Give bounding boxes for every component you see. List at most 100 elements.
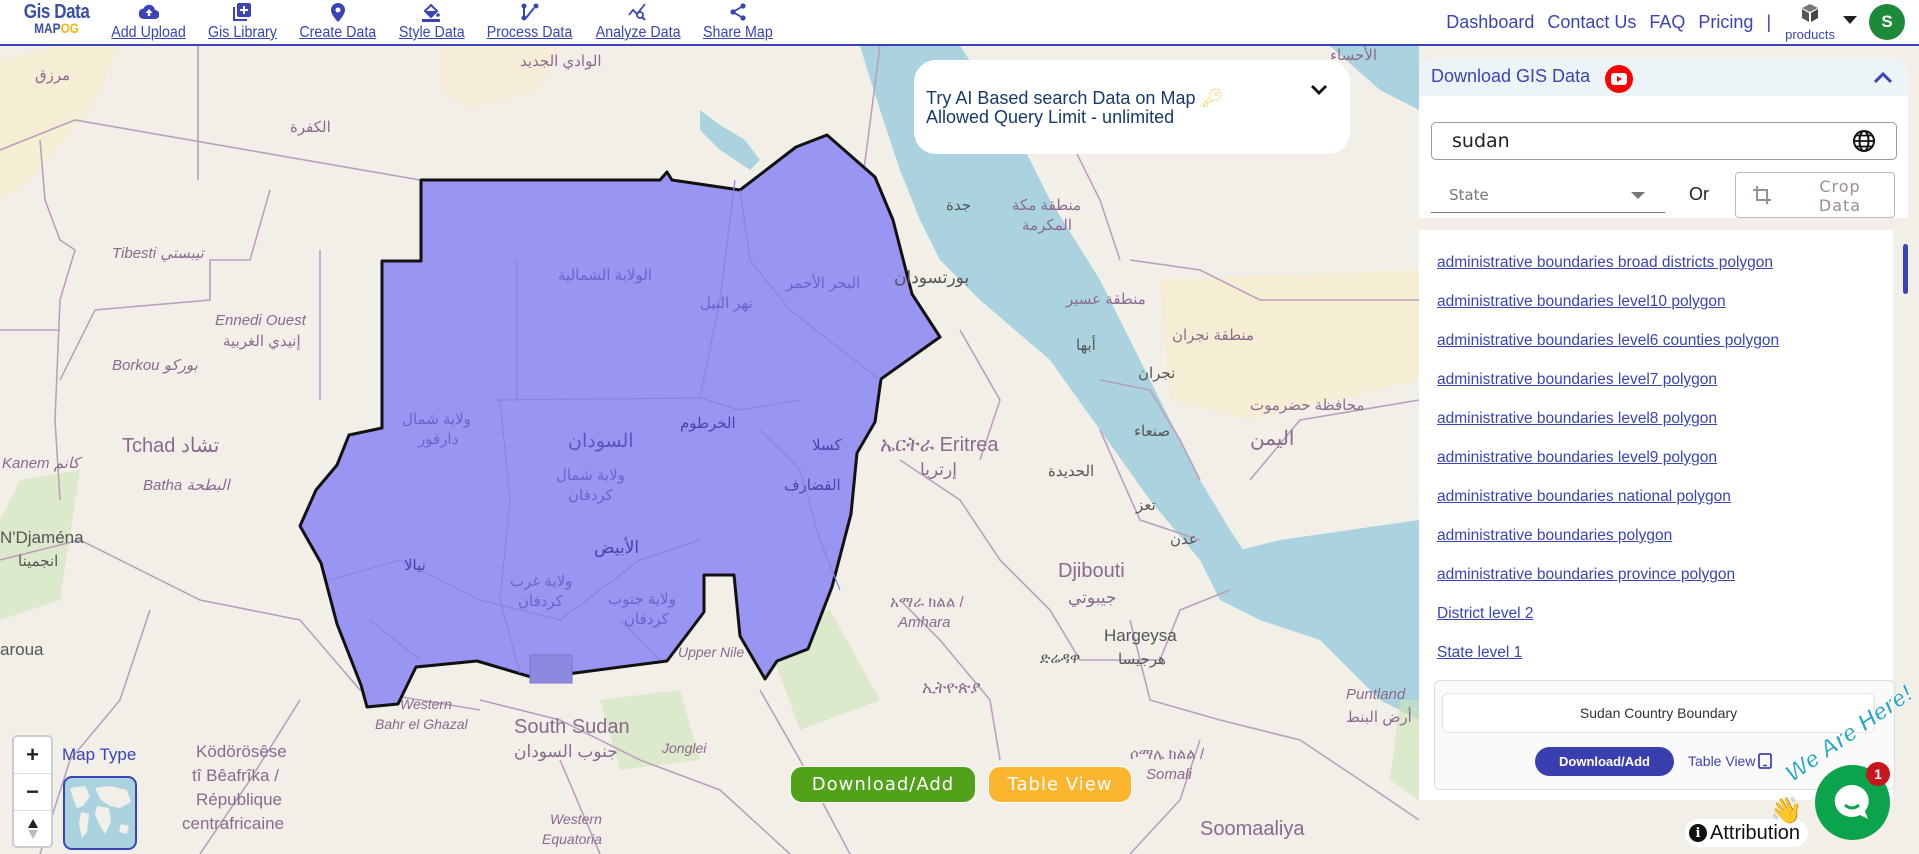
state-select[interactable]: State: [1431, 172, 1665, 213]
cloud-upload-icon: [138, 2, 159, 22]
nav-share-map[interactable]: Share Map: [700, 0, 776, 42]
nav-style-data-label: Style Data: [398, 24, 465, 41]
map-label: أبها: [1076, 337, 1096, 354]
dataset-link[interactable]: administrative boundaries province polyg…: [1437, 566, 1779, 605]
dataset-link[interactable]: administrative boundaries level6 countie…: [1437, 332, 1779, 371]
nav-gis-library-label: Gis Library: [208, 24, 277, 41]
crop-data-button[interactable]: Crop Data: [1735, 172, 1895, 218]
panel-scrollbar[interactable]: [1903, 244, 1908, 294]
map-label: منطقة نجران: [1172, 327, 1254, 344]
map-label: إنيدي الغربية: [223, 333, 301, 350]
map-label: Tibesti تيبستي: [112, 245, 204, 262]
map-label: الأبيض: [594, 538, 640, 557]
download-add-button[interactable]: Download/Add: [1535, 747, 1674, 776]
ai-search-line1: Try AI Based search Data on Map: [926, 88, 1196, 108]
nav-dashboard-link[interactable]: Dashboard: [1446, 12, 1534, 33]
map-label: جدة: [946, 197, 972, 214]
nav-style-data[interactable]: Style Data: [396, 0, 468, 42]
globe-icon[interactable]: [1852, 129, 1876, 153]
country-search-field[interactable]: [1431, 122, 1897, 160]
map-download-add-button[interactable]: Download/Add: [790, 766, 976, 803]
map-label: République: [196, 790, 283, 809]
youtube-icon[interactable]: [1605, 65, 1633, 93]
ai-search-banner[interactable]: Try AI Based search Data on Map 🔑︎ Allow…: [914, 60, 1350, 154]
top-navbar: Gis Data MAPOG Add Upload Gis Library Cr…: [0, 0, 1919, 46]
map-label: Somali: [1146, 766, 1192, 783]
nav-gis-library[interactable]: Gis Library: [205, 0, 280, 42]
dataset-link[interactable]: administrative boundaries broad district…: [1437, 254, 1779, 293]
dataset-link[interactable]: administrative boundaries level8 polygon: [1437, 410, 1779, 449]
panel-header: Download GIS Data State Or Crop Data: [1419, 58, 1908, 218]
dataset-link[interactable]: administrative boundaries level10 polygo…: [1437, 293, 1779, 332]
map-label: ሶማሌ ክልል /: [1130, 746, 1205, 763]
paint-bucket-icon: [421, 2, 441, 22]
nav-contact-link[interactable]: Contact Us: [1547, 12, 1636, 33]
world-map-icon: [70, 786, 131, 838]
nav-add-upload[interactable]: Add Upload: [108, 0, 189, 42]
compass-icon: [27, 819, 38, 839]
chevron-down-icon[interactable]: [1308, 78, 1330, 100]
nav-process-data[interactable]: Process Data: [483, 0, 576, 42]
map-label: ድሬዳዋ: [1040, 650, 1081, 667]
map-label: نجران: [1138, 365, 1176, 382]
products-label: products: [1785, 27, 1835, 42]
products-menu[interactable]: products: [1785, 3, 1835, 41]
ai-search-line2: Allowed Query Limit - unlimited: [926, 107, 1175, 127]
tablet-icon: [1758, 753, 1773, 769]
map-label: عدن: [1170, 531, 1198, 548]
map-label: ولاية شمال: [556, 467, 625, 484]
nav-faq-link[interactable]: FAQ: [1649, 12, 1685, 33]
map-type-label: Map Type: [62, 745, 137, 764]
map-label: اليمن: [1250, 428, 1295, 450]
nav-separator: |: [1766, 11, 1772, 32]
map-label: Equatoria: [542, 831, 602, 847]
map-label: Tchad تشاد: [122, 435, 220, 457]
map-label: Western: [550, 811, 602, 827]
chevron-up-icon[interactable]: [1872, 68, 1894, 86]
map-label: الكفرة: [290, 119, 331, 136]
products-dropdown-caret-icon[interactable]: [1843, 16, 1857, 24]
sudan-boundary-polygon: [298, 133, 942, 709]
map-label: محافظة حضرموت: [1250, 397, 1365, 414]
nav-create-data[interactable]: Create Data: [296, 0, 380, 42]
dataset-link[interactable]: administrative boundaries polygon: [1437, 527, 1779, 566]
map-label: كسلا: [812, 437, 842, 454]
dropdown-arrow-icon: [1631, 192, 1645, 199]
zoom-controls: + −: [12, 735, 53, 848]
user-avatar[interactable]: S: [1869, 4, 1905, 40]
nav-pricing-link[interactable]: Pricing: [1698, 12, 1753, 33]
zoom-out-button[interactable]: −: [14, 774, 51, 811]
country-search-input[interactable]: [1450, 129, 1834, 153]
map-label: الوادي الجديد: [520, 53, 602, 70]
map-label: አማራ ክልል /: [890, 594, 964, 611]
share-icon: [728, 2, 748, 22]
map-type-thumbnail[interactable]: [63, 776, 137, 850]
zoom-in-button[interactable]: +: [14, 737, 51, 774]
map-label: Western: [400, 696, 452, 712]
map-label: المكرمة: [1022, 217, 1073, 234]
map-label: centrafricaine: [182, 814, 285, 833]
nav-analyze-data[interactable]: Analyze Data: [592, 0, 684, 42]
map-label: Batha البطحة: [143, 477, 230, 494]
panel-title: Download GIS Data: [1431, 66, 1591, 86]
dataset-link[interactable]: State level 1: [1437, 644, 1779, 683]
dataset-link[interactable]: administrative boundaries national polyg…: [1437, 488, 1779, 527]
map-label: البحر الأحمر: [786, 275, 861, 292]
state-select-placeholder: State: [1449, 186, 1489, 204]
map-label: انجمينا: [18, 553, 59, 570]
crop-icon: [1753, 186, 1771, 204]
reset-north-button[interactable]: [14, 811, 51, 847]
map-table-view-button[interactable]: Table View: [988, 766, 1132, 803]
table-view-link[interactable]: Table View: [1688, 753, 1773, 769]
dataset-link[interactable]: administrative boundaries level9 polygon: [1437, 449, 1779, 488]
dataset-link[interactable]: administrative boundaries level7 polygon: [1437, 371, 1779, 410]
map-label: Upper Nile: [678, 644, 745, 660]
map-pin-icon: [328, 2, 348, 22]
map-label: ولاية غرب: [510, 573, 573, 590]
dataset-link[interactable]: District level 2: [1437, 605, 1779, 644]
gisdata-mapog-logo[interactable]: Gis Data MAPOG: [18, 2, 95, 35]
map-label: بورتسودان: [894, 268, 970, 287]
map-label: الخرطوم: [680, 415, 736, 432]
download-gis-panel: Download GIS Data State Or Crop Data adm…: [1419, 58, 1908, 800]
waving-hand-icon: 👋: [1770, 795, 1803, 825]
